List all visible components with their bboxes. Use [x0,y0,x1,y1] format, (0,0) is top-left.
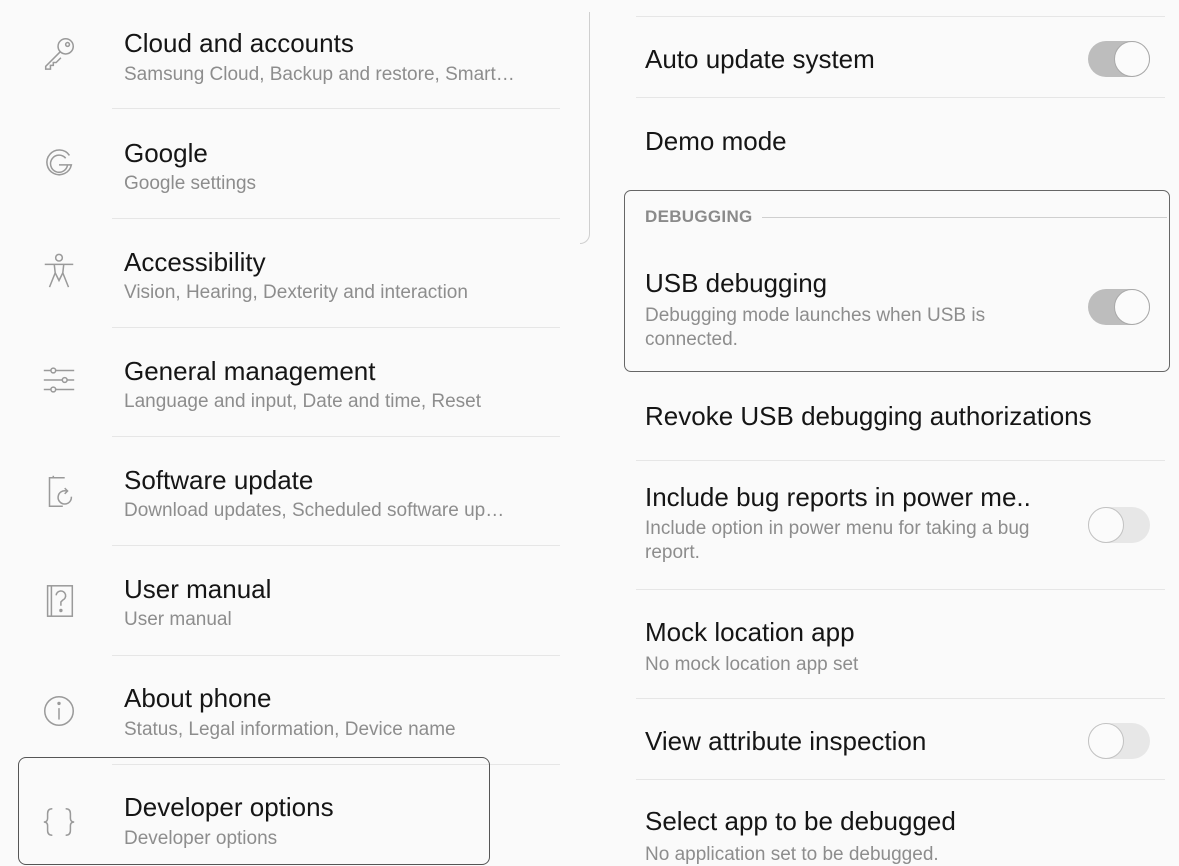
developer-options-panel: Auto update system Demo mode DEBUGGING U… [600,0,1179,866]
google-icon [38,142,80,184]
key-icon [38,32,80,74]
setting-title: Revoke USB debugging authorizations [645,401,1092,431]
menu-subtitle: Language and input, Date and time, Reset [124,391,482,412]
info-icon [38,690,80,732]
setting-title: Demo mode [645,126,787,156]
setting-auto-update-system[interactable]: Auto update system [600,17,1179,97]
setting-title: Include bug reports in power me.. [645,482,1031,512]
menu-title: User manual [124,574,272,604]
toggle-knob [1114,41,1150,77]
setting-title: Select app to be debugged [645,806,956,836]
menu-subtitle: User manual [124,609,232,630]
auto-update-toggle[interactable] [1088,41,1150,77]
setting-select-app-to-debug[interactable]: Select app to be debugged No application… [600,780,1179,866]
menu-title: Google [124,138,208,168]
view-attribute-toggle[interactable] [1088,723,1150,759]
menu-title: General management [124,356,376,386]
setting-title: Auto update system [645,44,875,74]
menu-subtitle: Download updates, Scheduled software up… [124,500,505,521]
setting-subtitle: Include option in power menu for taking … [645,518,1030,563]
menu-title: About phone [124,683,272,713]
bug-reports-toggle[interactable] [1088,507,1150,543]
menu-item-about-phone[interactable]: About phone Status, Legal information, D… [0,655,560,764]
menu-item-cloud-and-accounts[interactable]: Cloud and accounts Samsung Cloud, Backup… [0,0,560,109]
selected-item-highlight [18,757,490,865]
menu-title: Software update [124,465,314,495]
help-icon [38,580,80,622]
menu-subtitle: Samsung Cloud, Backup and restore, Smart… [124,64,515,85]
accessibility-icon [38,250,80,292]
menu-item-software-update[interactable]: Software update Download updates, Schedu… [0,436,560,545]
setting-revoke-usb-debugging[interactable]: Revoke USB debugging authorizations [600,372,1179,460]
menu-item-user-manual[interactable]: User manual User manual [0,545,560,654]
usb-debugging-highlight [624,190,1170,372]
menu-subtitle: Status, Legal information, Device name [124,719,456,740]
menu-subtitle: Vision, Hearing, Dexterity and interacti… [124,282,468,303]
software-update-icon [38,470,80,512]
setting-view-attribute-inspection[interactable]: View attribute inspection [600,699,1179,779]
menu-item-accessibility[interactable]: Accessibility Vision, Hearing, Dexterity… [0,218,560,327]
panel-edge [580,12,590,244]
toggle-knob [1088,723,1124,759]
setting-subtitle: No application set to be debugged. [645,844,939,865]
menu-item-general-management[interactable]: General management Language and input, D… [0,327,560,436]
setting-title: Mock location app [645,617,855,647]
settings-menu-panel: Cloud and accounts Samsung Cloud, Backup… [0,0,590,866]
menu-subtitle: Google settings [124,173,257,194]
menu-title: Accessibility [124,247,266,277]
setting-demo-mode[interactable]: Demo mode [600,98,1179,180]
menu-title: Cloud and accounts [124,28,354,58]
setting-include-bug-reports[interactable]: Include bug reports in power me.. Includ… [600,461,1179,589]
sliders-icon [38,359,80,401]
setting-mock-location-app[interactable]: Mock location app No mock location app s… [600,590,1179,697]
setting-subtitle: No mock location app set [645,654,859,675]
menu-item-google[interactable]: Google Google settings [0,109,560,218]
toggle-knob [1088,507,1124,543]
setting-title: View attribute inspection [645,726,927,756]
